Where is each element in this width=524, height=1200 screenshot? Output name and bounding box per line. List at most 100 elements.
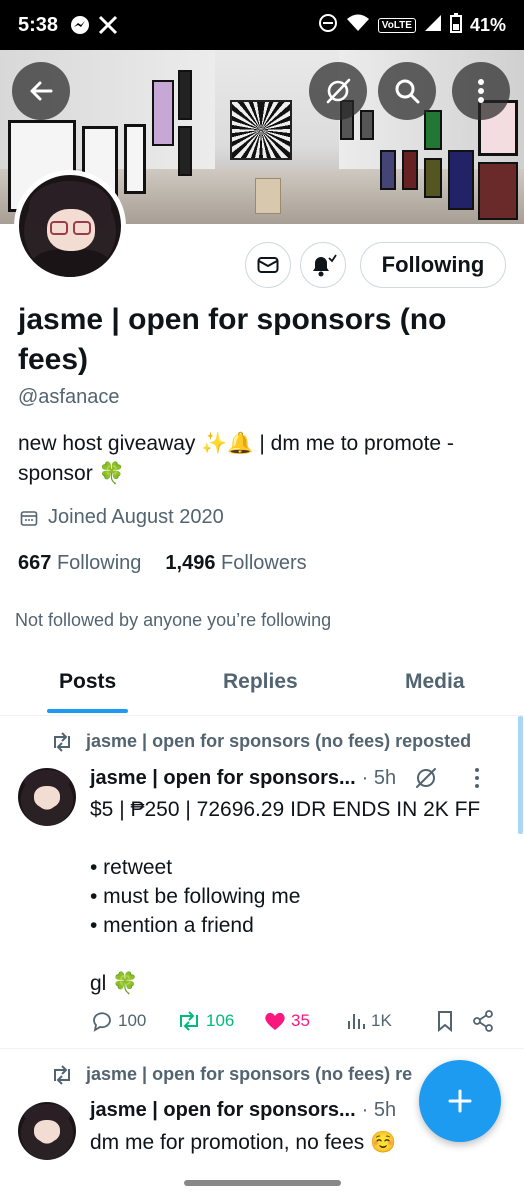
repost-indicator: jasme | open for sponsors (no fees) repo… <box>50 731 471 752</box>
more-vertical-icon[interactable] <box>474 767 480 789</box>
avatar-face <box>34 1120 60 1142</box>
compose-post-button[interactable] <box>419 1060 501 1142</box>
banner-artwork <box>424 158 442 198</box>
post-header: jasme | open for sponsors... · 5h <box>90 766 480 790</box>
notifications-button[interactable] <box>300 242 346 288</box>
views-chart-icon <box>348 1014 365 1029</box>
bookmark-action[interactable] <box>435 1010 455 1032</box>
post-avatar[interactable] <box>18 1102 76 1160</box>
bell-check-icon <box>313 254 337 277</box>
repost-icon <box>180 1011 198 1031</box>
heart-filled-icon <box>265 1012 285 1030</box>
repost-indicator: jasme | open for sponsors (no fees) re <box>50 1064 412 1085</box>
banner-bench <box>255 178 281 214</box>
x-logo-icon <box>98 15 118 35</box>
like-count: 35 <box>291 1011 310 1030</box>
profile-bio: new host giveaway ✨🔔 | dm me to promote … <box>18 432 454 485</box>
post-avatar[interactable] <box>18 768 76 826</box>
share-action[interactable] <box>472 1010 494 1032</box>
search-icon <box>395 79 420 104</box>
following-stat[interactable]: 667 Following <box>18 552 141 575</box>
not-followed-notice: Not followed by anyone you’re following <box>15 610 332 630</box>
reply-icon <box>93 1012 111 1032</box>
banner-artwork <box>152 80 174 146</box>
banner-artwork <box>124 124 146 194</box>
battery-icon <box>449 12 462 38</box>
grok-button[interactable] <box>309 62 367 120</box>
home-indicator[interactable] <box>184 1180 341 1186</box>
plus-icon <box>448 1089 472 1113</box>
joined-text: Joined August 2020 <box>48 506 224 528</box>
battery-percent: 41% <box>469 14 506 35</box>
active-tab-indicator <box>47 709 128 713</box>
profile-handle: @asfanace <box>18 386 120 408</box>
post-actions: 100 106 35 1K <box>90 1010 500 1036</box>
following-button[interactable]: Following <box>360 242 506 288</box>
avatar-face <box>34 786 60 808</box>
wifi-icon <box>346 13 370 38</box>
tab-posts[interactable]: Posts <box>59 670 116 694</box>
bookmark-icon <box>438 1011 452 1032</box>
repost-label: jasme | open for sponsors (no fees) repo… <box>86 731 472 751</box>
back-arrow-icon <box>30 81 53 101</box>
status-time: 5:38 <box>18 13 59 36</box>
post-time[interactable]: · 5h <box>362 767 396 790</box>
post-time[interactable]: · 5h <box>362 1099 396 1122</box>
banner-center-artwork <box>230 100 292 160</box>
grok-icon <box>326 78 351 104</box>
reply-count: 100 <box>118 1011 147 1030</box>
followers-label: Followers <box>221 552 307 574</box>
repost-label: jasme | open for sponsors (no fees) re <box>86 1064 413 1084</box>
share-icon <box>473 1010 493 1032</box>
post-divider <box>0 1048 524 1049</box>
tab-replies[interactable]: Replies <box>223 670 298 694</box>
avatar-body <box>31 249 111 277</box>
volte-badge: VoLTE <box>377 17 416 33</box>
post-text: $5 | ₱250 | 72696.29 IDR ENDS IN 2K FF •… <box>90 798 481 995</box>
post-author[interactable]: jasme | open for sponsors... <box>90 767 356 790</box>
status-bar: 5:38 VoLTE 41% <box>0 0 524 50</box>
envelope-icon <box>257 257 279 273</box>
banner-artwork <box>402 150 418 190</box>
repost-action[interactable]: 106 <box>176 1010 234 1032</box>
views-action[interactable]: 1K <box>345 1010 392 1032</box>
profile-stats: 667 Following 1,496 Followers <box>18 552 307 575</box>
post-header: jasme | open for sponsors... · 5h <box>90 1099 396 1122</box>
avatar-glasses <box>73 221 91 235</box>
followers-stat[interactable]: 1,496 Followers <box>165 552 306 575</box>
reply-action[interactable]: 100 <box>90 1010 146 1032</box>
scrollbar[interactable] <box>518 716 523 834</box>
banner-artwork <box>178 70 192 120</box>
messenger-icon <box>70 15 90 35</box>
banner-artwork <box>448 150 474 210</box>
message-button[interactable] <box>245 242 291 288</box>
more-vertical-icon <box>478 79 484 103</box>
dnd-icon <box>318 13 338 38</box>
banner-artwork <box>178 126 192 176</box>
like-action[interactable]: 35 <box>263 1010 310 1032</box>
back-button[interactable] <box>12 62 70 120</box>
post-author[interactable]: jasme | open for sponsors... <box>90 1099 356 1122</box>
profile-avatar[interactable] <box>14 170 126 282</box>
followers-count: 1,496 <box>165 552 216 574</box>
repost-count: 106 <box>206 1011 235 1030</box>
signal-icon <box>424 14 442 37</box>
repost-icon <box>54 1064 70 1085</box>
grok-icon[interactable] <box>414 766 438 790</box>
search-button[interactable] <box>378 62 436 120</box>
tab-media[interactable]: Media <box>405 670 465 694</box>
avatar-glasses <box>50 221 68 235</box>
profile-name: jasme | open for sponsors (no fees) <box>18 303 447 376</box>
banner-artwork <box>360 110 374 140</box>
views-count: 1K <box>371 1011 392 1030</box>
profile-tabs: Posts Replies Media <box>0 656 524 716</box>
banner-artwork <box>424 110 442 150</box>
more-options-button[interactable] <box>452 62 510 120</box>
following-count: 667 <box>18 552 52 574</box>
banner-artwork <box>380 150 396 190</box>
banner-artwork <box>478 162 518 220</box>
joined-date: Joined August 2020 <box>20 506 224 529</box>
following-label: Following <box>56 552 142 574</box>
repost-icon <box>54 731 70 752</box>
calendar-icon <box>20 510 38 526</box>
